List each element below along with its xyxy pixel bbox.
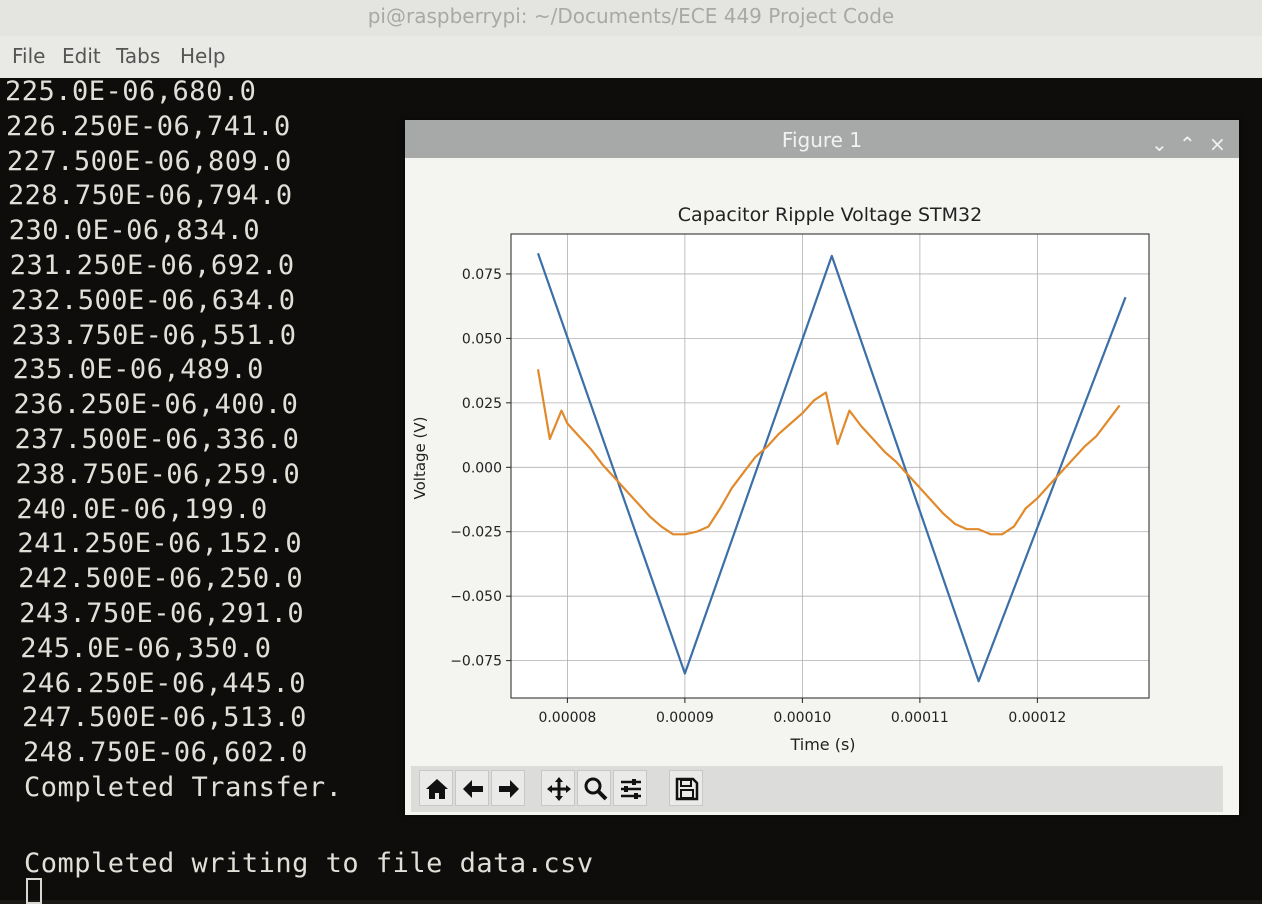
x-tick-label: 0.00012	[1008, 710, 1066, 726]
x-tick-label: 0.00008	[538, 710, 596, 726]
configure-icon	[621, 779, 641, 799]
y-tick-label: 0.050	[462, 331, 502, 347]
y-tick-label: −0.025	[450, 525, 502, 541]
terminal-line: 226.250E-06,741.0	[5, 110, 291, 142]
menu-bar: File Edit Tabs Help	[0, 36, 1262, 78]
chart[interactable]: 0.00008 0.00009 0.00010 0.00011 0.00012 0.075…	[405, 158, 1239, 768]
terminal-line: 246.250E-06,445.0	[21, 667, 306, 699]
x-tick-label: 0.00010	[773, 710, 831, 726]
x-axis-label: Time (s)	[789, 735, 855, 754]
terminal-line: 248.750E-06,602.0	[23, 737, 308, 769]
y-tick-label: −0.075	[450, 654, 502, 670]
terminal-line: 242.500E-06,250.0	[18, 563, 304, 595]
pan-button[interactable]	[541, 770, 575, 806]
save-button[interactable]	[669, 770, 703, 806]
terminal-line: 227.500E-06,809.0	[6, 145, 292, 177]
menu-help[interactable]: Help	[180, 44, 226, 68]
y-tick-label: 0.025	[462, 396, 502, 412]
terminal-line: 241.250E-06,152.0	[17, 528, 303, 560]
pan-icon	[547, 777, 571, 801]
terminal-line: 228.750E-06,794.0	[7, 180, 293, 212]
terminal-line: 247.500E-06,513.0	[22, 702, 307, 734]
figure-window[interactable]: Figure 1 ⌄ ⌃ × 0.00008 0.00009 0.00010 0.00…	[405, 120, 1239, 815]
figure-title: Figure 1	[781, 128, 863, 152]
y-axis-label: Voltage (V)	[411, 417, 429, 500]
terminal-line: 243.750E-06,291.0	[19, 598, 305, 629]
save-icon	[675, 777, 699, 801]
x-tick-label: 0.00009	[656, 710, 714, 726]
figure-toolbar	[411, 766, 1223, 812]
terminal-line: 245.0E-06,350.0	[20, 632, 272, 664]
y-tick-label: −0.050	[450, 589, 502, 605]
zoom-button[interactable]	[577, 770, 611, 806]
x-tick-label: 0.00011	[891, 710, 949, 726]
window-title: pi@raspberrypi: ~/Documents/ECE 449 Proj…	[367, 4, 895, 28]
terminal-line: Completed Transfer.	[24, 772, 343, 803]
menu-tabs[interactable]: Tabs	[116, 44, 160, 68]
terminal-line: 232.500E-06,634.0	[10, 284, 296, 316]
y-tick-label: 0.075	[462, 267, 502, 283]
terminal-line: 238.750E-06,259.0	[15, 458, 301, 490]
menu-edit[interactable]: Edit	[62, 44, 101, 68]
terminal-line: 230.0E-06,834.0	[8, 215, 261, 247]
home-icon	[426, 779, 448, 799]
terminal-cursor	[26, 878, 42, 904]
zoom-icon	[584, 777, 608, 801]
terminal-line: 240.0E-06,199.0	[16, 493, 268, 525]
terminal-line: 231.250E-06,692.0	[9, 250, 295, 281]
terminal-line: 237.500E-06,336.0	[14, 424, 300, 455]
terminal-line: 233.750E-06,551.0	[11, 319, 297, 351]
chart-title: Capacitor Ripple Voltage STM32	[678, 204, 982, 226]
terminal-line: 236.250E-06,400.0	[13, 389, 299, 421]
forward-icon	[499, 780, 519, 798]
menu-file[interactable]: File	[12, 44, 45, 68]
home-button[interactable]	[419, 770, 453, 806]
terminal-title-bar: pi@raspberrypi: ~/Documents/ECE 449 Proj…	[0, 0, 1262, 36]
forward-button[interactable]	[491, 770, 525, 806]
configure-button[interactable]	[613, 770, 647, 806]
terminal-line: 225.0E-06,680.0	[5, 76, 257, 107]
back-icon	[463, 780, 483, 798]
back-button[interactable]	[455, 770, 489, 806]
status-line: Completed writing to file data.csv	[24, 848, 594, 879]
y-tick-label: 0.000	[462, 460, 502, 476]
terminal-line: 235.0E-06,489.0	[12, 354, 264, 386]
figure-title-bar[interactable]: Figure 1 ⌄ ⌃ ×	[405, 120, 1239, 158]
